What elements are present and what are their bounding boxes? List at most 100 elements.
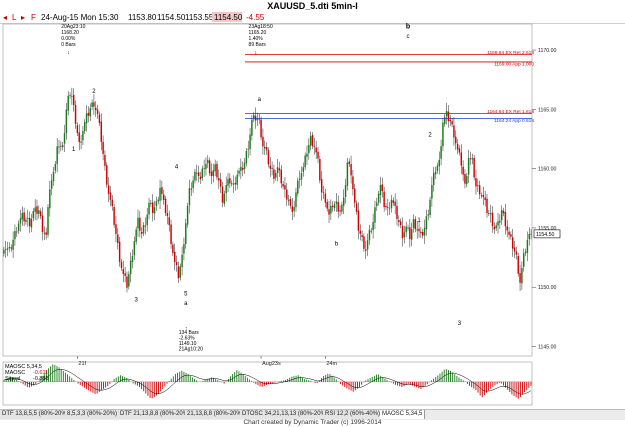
candle-body: [82, 130, 84, 141]
candle-body: [30, 218, 33, 228]
candle-body: [313, 146, 316, 148]
candle-body: [192, 180, 194, 189]
candle-body: [21, 213, 24, 220]
candle-body: [330, 205, 332, 214]
candle-body: [137, 217, 139, 229]
candle-body: [131, 255, 134, 262]
fib-line-label: 1164.24 App 0.618: [494, 118, 534, 124]
candle-body: [337, 201, 339, 212]
candle-body: [168, 217, 170, 226]
price-chart[interactable]: 1169.64 EX Ret 2.618 1169.00 App 1.000 116…: [0, 0, 625, 409]
candle-body: [276, 167, 279, 174]
candle-body: [117, 234, 119, 243]
candle-body: [502, 210, 505, 214]
swing-annotation-line: 21Ag10:20: [179, 347, 203, 353]
candle-body: [190, 188, 193, 190]
candle-body: [302, 167, 305, 172]
candle-body: [392, 200, 395, 203]
swing-arrow-icon: ↓: [67, 50, 70, 56]
candle-body: [409, 227, 411, 240]
candle-body: [89, 108, 91, 117]
tab-211388[interactable]: 21,13,8,8 (80%-20%): [185, 410, 247, 419]
tab-dtf-13[interactable]: DTF 13,8,5,5 (80%-20%): [0, 410, 72, 419]
swing-arrow-icon: ↓: [255, 50, 258, 56]
candle-body: [372, 222, 374, 231]
candle-body: [144, 225, 147, 227]
candle-body: [115, 224, 117, 234]
candle-body: [388, 208, 391, 210]
candle-body: [162, 194, 165, 200]
candle-body: [326, 201, 328, 209]
wave-label: c: [407, 34, 410, 40]
candle-body: [401, 225, 404, 239]
candle-body: [54, 164, 57, 171]
candle-body: [377, 193, 380, 203]
candle-body: [258, 118, 260, 120]
candle-body: [185, 223, 187, 245]
candle-body: [410, 229, 413, 240]
candle-body: [84, 122, 86, 131]
candle-body: [25, 219, 27, 222]
candle-body: [399, 221, 402, 226]
candle-body: [197, 172, 200, 177]
candle-body: [164, 198, 167, 214]
candle-body: [87, 112, 90, 116]
candle-body: [205, 163, 207, 170]
candle-body: [85, 113, 88, 124]
candle-body: [478, 185, 481, 195]
candle-body: [256, 119, 259, 121]
candle-body: [251, 119, 253, 136]
tab-rsi[interactable]: RSI 12,2 (60%-40%): [323, 410, 384, 419]
candle-body: [196, 172, 198, 174]
candle-body: [161, 187, 163, 194]
candle-body: [60, 145, 62, 147]
wave-label: b: [406, 24, 410, 31]
tab-maosc[interactable]: MAOSC 5,34,5: [380, 410, 426, 419]
candle-body: [69, 95, 71, 97]
candle-body: [429, 199, 431, 216]
candle-body: [344, 185, 347, 197]
candle-body: [480, 195, 483, 197]
candle-body: [133, 241, 136, 256]
candle-body: [98, 114, 101, 123]
candle-body: [458, 148, 461, 153]
candle-body: [201, 168, 204, 178]
candle-body: [407, 227, 409, 229]
tab-dtf-21[interactable]: DTF 21,13,8,8 (80%-20%): [118, 410, 194, 419]
candle-body: [436, 165, 439, 171]
fib-line-label: 1164.64 EX Ret 1.618: [487, 109, 534, 115]
candle-body: [63, 133, 66, 144]
candle-body: [416, 229, 418, 231]
candle-body: [335, 201, 338, 204]
candle-body: [466, 175, 468, 185]
candle-body: [526, 239, 529, 253]
candle-body: [374, 207, 376, 223]
candle-body: [453, 125, 455, 138]
candle-body: [354, 188, 356, 203]
tab-dtosc[interactable]: DTOSC 34,21,13,13 (80%-20%): [240, 410, 331, 419]
tab-8533[interactable]: 8,5,3,3 (80%-20%): [65, 410, 121, 419]
candle-body: [295, 192, 297, 208]
candle-body: [306, 153, 308, 157]
candle-body: [469, 158, 472, 160]
candle-body: [497, 221, 499, 226]
candle-body: [425, 216, 428, 230]
candle-body: [238, 170, 240, 174]
candle-body: [524, 251, 527, 254]
candle-body: [499, 220, 501, 223]
candle-body: [322, 192, 325, 194]
candle-body: [71, 96, 73, 97]
candle-body: [293, 207, 295, 211]
candle-body: [76, 125, 79, 134]
candle-body: [315, 147, 317, 153]
candle-body: [212, 170, 215, 177]
candle-body: [368, 229, 371, 241]
candle-body: [80, 141, 82, 143]
candle-body: [284, 185, 286, 190]
swing-annotation-line: 0 Bars: [61, 42, 76, 48]
candle-body: [106, 165, 108, 185]
candle-body: [78, 132, 80, 143]
candle-body: [194, 171, 196, 181]
candle-body: [199, 176, 202, 180]
candle-body: [513, 247, 516, 252]
